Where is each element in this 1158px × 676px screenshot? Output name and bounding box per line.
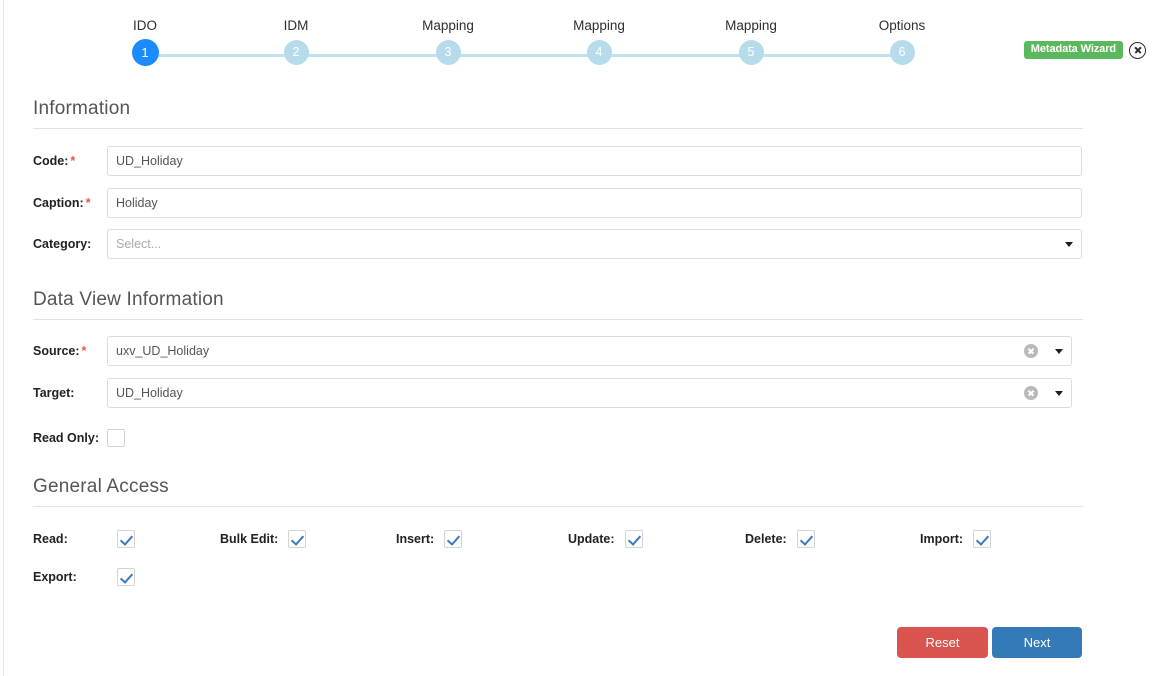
code-input-value: UD_Holiday (116, 153, 183, 168)
row-code: Code: * UD_Holiday (33, 146, 1082, 176)
target-label: Target: (33, 386, 75, 400)
access-bulk-edit: Bulk Edit: (220, 529, 307, 549)
update-checkbox[interactable] (624, 530, 643, 548)
target-select[interactable]: UD_Holiday (107, 378, 1072, 408)
step-5-mapping[interactable]: Mapping 5 (696, 18, 806, 65)
step-5-label: Mapping (725, 18, 777, 33)
insert-label: Insert: (396, 532, 435, 546)
data-view-title: Data View Information (33, 289, 224, 310)
clear-target-icon[interactable] (1024, 386, 1038, 400)
reset-button[interactable]: Reset (897, 627, 988, 658)
row-category: Category: Select... (33, 229, 1082, 259)
bulk-edit-checkbox[interactable] (288, 530, 307, 548)
code-label: Code: * (33, 154, 76, 168)
read-label: Read: (33, 532, 68, 546)
step-4-label: Mapping (573, 18, 625, 33)
row-source: Source: * uxv_UD_Holiday (33, 336, 1072, 366)
close-circle-icon[interactable] (1129, 41, 1146, 59)
page-left-border (3, 0, 4, 676)
caption-label: Caption: * (33, 196, 91, 210)
category-select[interactable]: Select... (107, 229, 1082, 259)
access-update: Update: (568, 529, 643, 549)
section-data-view-information: Data View Information (33, 289, 1083, 320)
row-read-only: Read Only: (33, 423, 125, 453)
read-checkbox[interactable] (117, 530, 135, 548)
insert-checkbox[interactable] (444, 530, 463, 548)
chevron-down-icon[interactable] (1055, 390, 1063, 396)
step-3-mapping[interactable]: Mapping 3 (393, 18, 503, 65)
source-required-asterisk: * (81, 344, 87, 358)
step-1-circle[interactable]: 1 (131, 39, 159, 66)
read-only-label: Read Only: (33, 431, 99, 445)
step-2-label: IDM (283, 18, 309, 33)
source-value: uxv_UD_Holiday (116, 343, 210, 358)
general-access-title: General Access (33, 476, 169, 497)
step-6-options[interactable]: Options 6 (847, 18, 957, 65)
target-value: UD_Holiday (116, 385, 183, 400)
step-1-label: IDO (132, 18, 157, 33)
step-5-circle[interactable]: 5 (738, 40, 764, 65)
step-6-circle[interactable]: 6 (889, 40, 915, 65)
general-access-divider (33, 506, 1083, 507)
row-target: Target: UD_Holiday (33, 378, 1072, 408)
chevron-down-icon[interactable] (1055, 348, 1063, 354)
update-label: Update: (568, 532, 615, 546)
section-information: Information (33, 98, 1083, 129)
category-label: Category: (33, 237, 92, 251)
data-view-divider (33, 319, 1083, 320)
delete-label: Delete: (745, 532, 787, 546)
chevron-down-icon[interactable] (1065, 241, 1073, 247)
code-required-asterisk: * (70, 154, 76, 168)
caption-input[interactable]: Holiday (107, 188, 1082, 218)
clear-source-icon[interactable] (1024, 344, 1038, 358)
metadata-wizard-badge-group: Metadata Wizard (1023, 41, 1146, 59)
read-only-checkbox[interactable] (107, 429, 125, 447)
step-4-mapping[interactable]: Mapping 4 (544, 18, 654, 65)
caption-required-asterisk: * (85, 196, 91, 210)
import-label: Import: (920, 532, 964, 546)
category-placeholder: Select... (116, 236, 162, 251)
access-delete: Delete: (745, 529, 815, 549)
metadata-wizard-badge[interactable]: Metadata Wizard (1023, 41, 1123, 59)
export-checkbox[interactable] (117, 568, 135, 586)
caption-input-value: Holiday (116, 195, 158, 210)
step-1-ido[interactable]: IDO 1 (90, 18, 200, 66)
information-title: Information (33, 98, 131, 119)
code-input[interactable]: UD_Holiday (107, 146, 1082, 176)
access-insert: Insert: (396, 529, 463, 549)
step-3-circle[interactable]: 3 (435, 40, 461, 65)
access-import: Import: (920, 529, 992, 549)
delete-checkbox[interactable] (796, 530, 815, 548)
information-divider (33, 128, 1083, 129)
step-3-label: Mapping (422, 18, 474, 33)
bulk-edit-label: Bulk Edit: (220, 532, 279, 546)
section-general-access: General Access (33, 476, 1083, 507)
wizard-stepper: IDO 1 IDM 2 Mapping 3 Mapping 4 Mapping … (118, 18, 930, 76)
next-button[interactable]: Next (992, 627, 1082, 658)
source-select[interactable]: uxv_UD_Holiday (107, 336, 1072, 366)
step-2-circle[interactable]: 2 (283, 40, 309, 65)
source-label: Source: * (33, 344, 87, 358)
step-6-label: Options (878, 18, 926, 33)
step-4-circle[interactable]: 4 (586, 40, 612, 65)
access-read: Read: (33, 529, 135, 549)
import-checkbox[interactable] (973, 530, 992, 548)
export-label: Export: (33, 570, 77, 584)
step-2-idm[interactable]: IDM 2 (241, 18, 351, 65)
access-export: Export: (33, 567, 135, 587)
row-caption: Caption: * Holiday (33, 188, 1082, 218)
